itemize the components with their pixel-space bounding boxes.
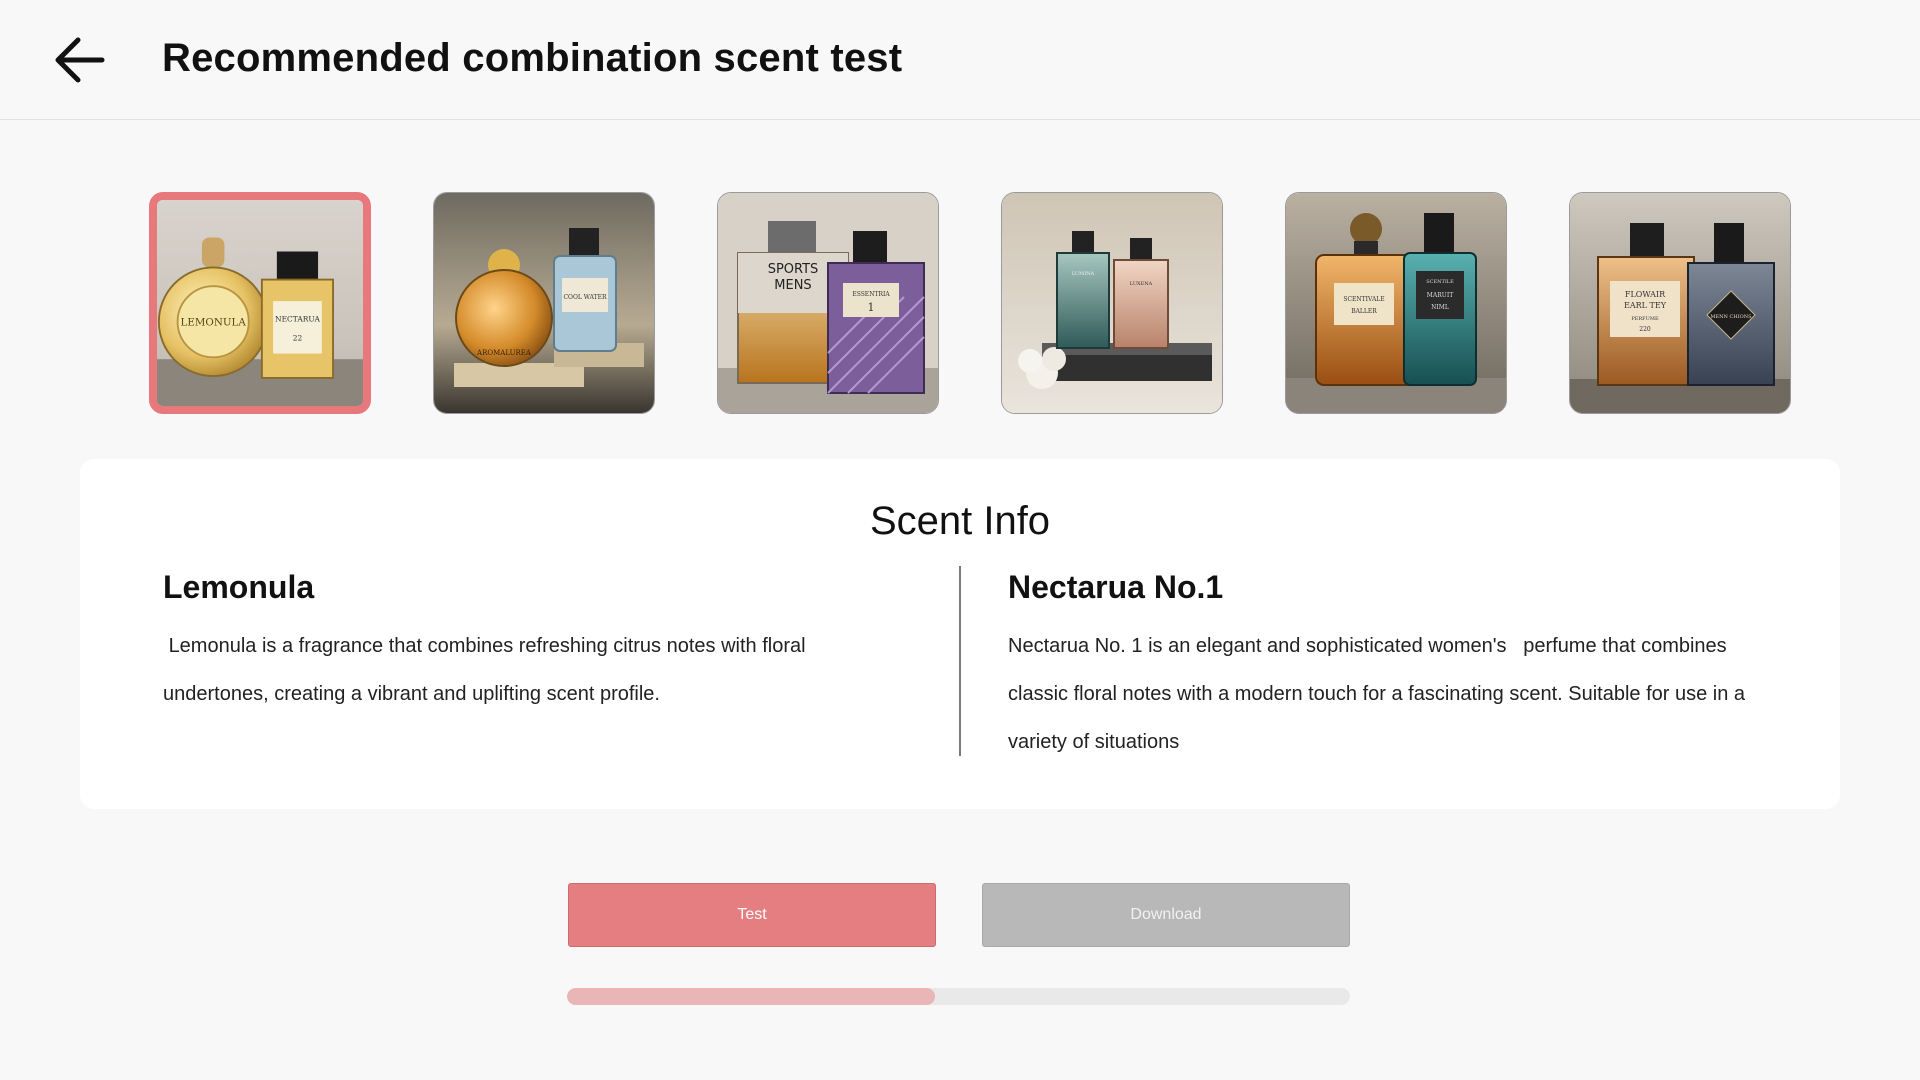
perfume-image: FLOWAIR EARL TEY PERFUME 220 MENN CHIONS	[1570, 193, 1790, 413]
scent-info-left: Lemonula Lemonula is a fragrance that co…	[163, 569, 883, 718]
bottle-label: MENN CHIONS	[1710, 314, 1752, 320]
scent-name-left: Lemonula	[163, 569, 315, 605]
bottle-label: SCENTIVALE	[1343, 296, 1384, 303]
scent-name-right: Nectarua No.1	[1008, 569, 1224, 605]
bottle-label: FLOWAIR	[1625, 290, 1666, 299]
bottle-label: LUMINA	[1072, 271, 1095, 277]
perfume-image: SPORTS MENS ESSENTRIA 1	[718, 193, 938, 413]
page-title: Recommended combination scent test	[162, 36, 903, 80]
bottle-label: LEMONULA	[181, 316, 247, 328]
bottle-label: ESSENTRIA	[852, 291, 890, 298]
app-header: Recommended combination scent test	[0, 0, 1920, 120]
scent-thumbnail-6[interactable]: FLOWAIR EARL TEY PERFUME 220 MENN CHIONS	[1569, 192, 1791, 414]
perfume-image: SCENTIVALE BALLER SCENTILE MARUIT NIML	[1286, 193, 1506, 413]
bottle-label: NIML	[1431, 304, 1449, 311]
bottle-label: PERFUME	[1631, 316, 1659, 322]
bottle-label: 1	[868, 301, 875, 314]
scent-info-card: Scent Info Lemonula Lemonula is a fragra…	[80, 459, 1840, 809]
bottle-label: LUXENA	[1130, 281, 1153, 287]
bottle-label: 220	[1639, 326, 1651, 333]
scent-thumbnail-3[interactable]: SPORTS MENS ESSENTRIA 1	[717, 192, 939, 414]
test-button[interactable]: Test	[568, 883, 936, 947]
perfume-image: LUMINA LUXENA	[1002, 193, 1222, 413]
scent-thumbnail-2[interactable]: AROMALUREA COOL WATER	[433, 192, 655, 414]
perfume-image: AROMALUREA COOL WATER	[434, 193, 654, 413]
bottle-label: SCENTILE	[1426, 279, 1454, 285]
bottle-label: EARL TEY	[1624, 301, 1667, 310]
scent-thumbnail-5[interactable]: SCENTIVALE BALLER SCENTILE MARUIT NIML	[1285, 192, 1507, 414]
scent-thumbnail-list: LEMONULA NECTARUA 22 AROMALUREA COOL WAT…	[149, 192, 1791, 414]
bottle-label: 22	[293, 333, 303, 342]
scent-description-right: Nectarua No. 1 is an elegant and sophist…	[1008, 635, 1751, 753]
scent-description-left: Lemonula is a fragrance that combines re…	[163, 635, 812, 705]
back-button[interactable]	[50, 30, 110, 90]
scent-info-right: Nectarua No.1 Nectarua No. 1 is an elega…	[1008, 569, 1768, 766]
bottle-label: BALLER	[1351, 308, 1377, 315]
perfume-image: LEMONULA NECTARUA 22	[157, 200, 363, 406]
download-button[interactable]: Download	[982, 883, 1350, 947]
test-progress-bar	[567, 988, 1350, 1005]
bottle-label: NECTARUA	[275, 315, 320, 324]
bottle-label: MARUIT	[1427, 292, 1453, 299]
arrow-left-icon	[55, 37, 105, 83]
scent-thumbnail-1[interactable]: LEMONULA NECTARUA 22	[149, 192, 371, 414]
bottle-label: SPORTS	[768, 262, 819, 277]
bottle-label: COOL WATER	[563, 294, 607, 301]
scent-thumbnail-4[interactable]: LUMINA LUXENA	[1001, 192, 1223, 414]
progress-fill	[567, 988, 935, 1005]
column-divider	[959, 566, 961, 756]
bottle-label: MENS	[774, 278, 811, 293]
scent-info-title: Scent Info	[869, 499, 1051, 543]
bottle-label: AROMALUREA	[476, 349, 532, 357]
